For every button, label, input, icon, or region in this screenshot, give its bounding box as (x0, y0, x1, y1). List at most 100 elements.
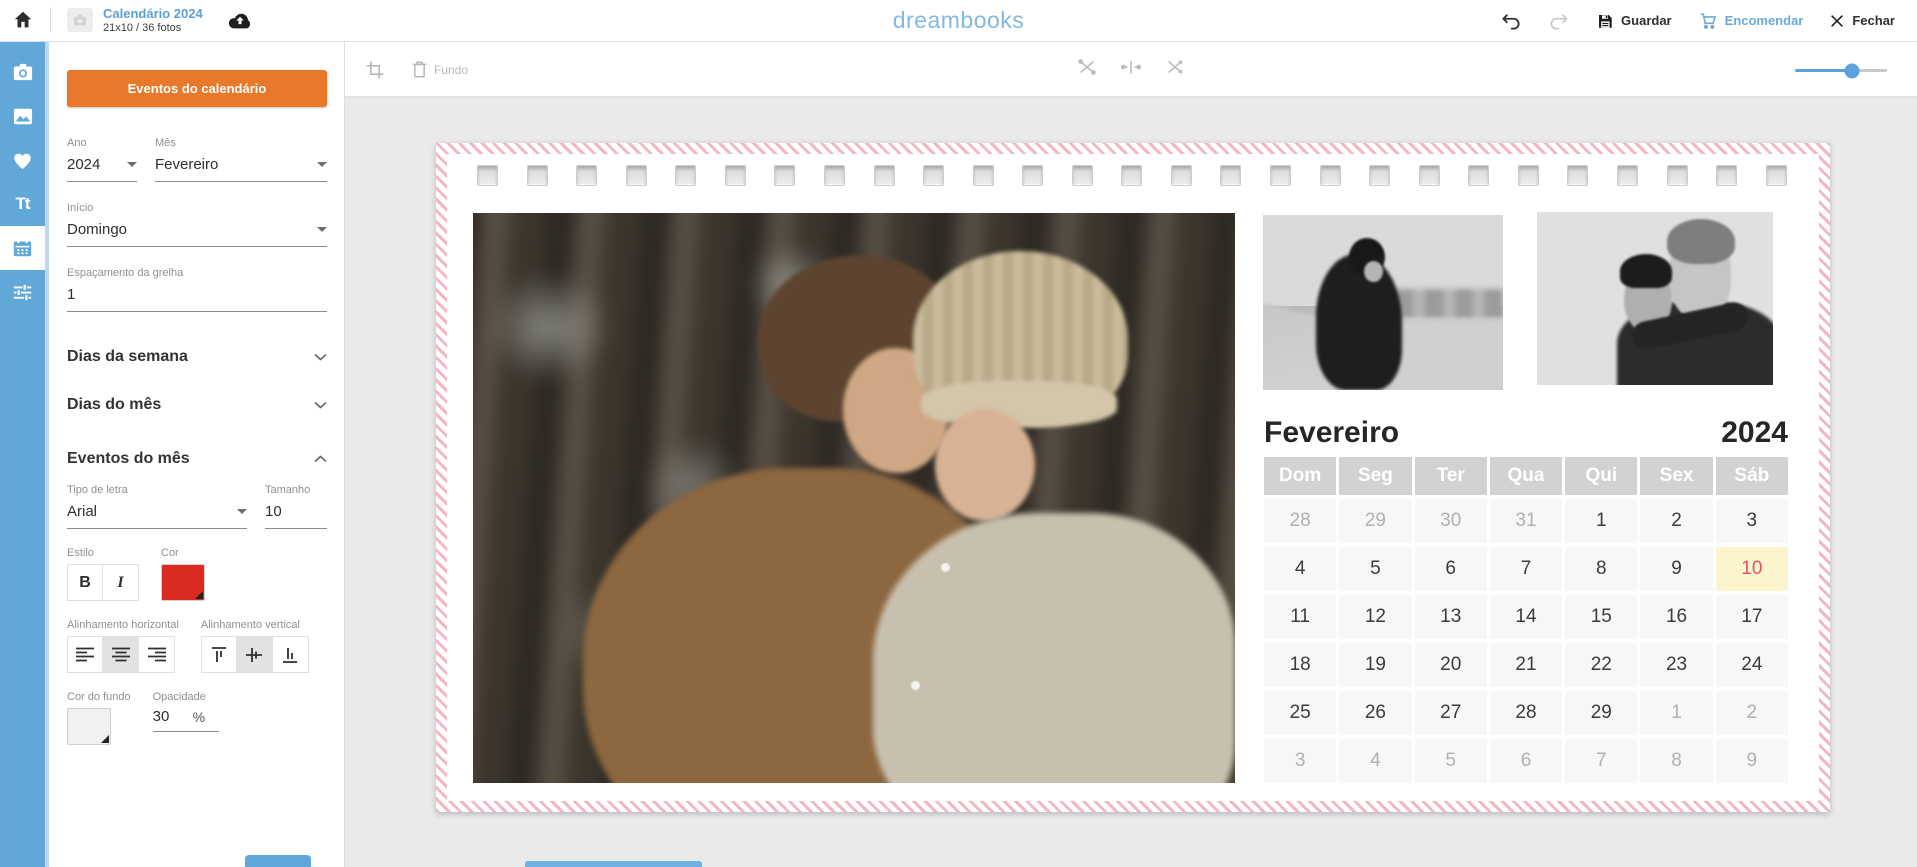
align-left-button[interactable] (67, 636, 103, 673)
calendar-date-cell[interactable]: 10 (1716, 547, 1788, 591)
calendar-date-cell[interactable]: 24 (1716, 643, 1788, 687)
calendar-date-cell[interactable]: 8 (1565, 547, 1637, 591)
calendar-date-cell[interactable]: 12 (1339, 595, 1411, 639)
font-size-input[interactable] (265, 496, 327, 529)
align-bottom-button[interactable] (273, 636, 309, 673)
calendar-date-cell[interactable]: 14 (1490, 595, 1562, 639)
background-color-swatch[interactable] (67, 708, 111, 745)
year-select[interactable]: 2024 (67, 149, 137, 182)
binding-hole (626, 165, 647, 186)
crop-icon[interactable] (365, 60, 385, 80)
calendar-date-cell[interactable]: 2 (1640, 499, 1712, 543)
calendar-month-title[interactable]: Fevereiro (1264, 416, 1399, 450)
calendar-date-cell[interactable]: 31 (1490, 499, 1562, 543)
small-photo-left[interactable] (1263, 215, 1503, 390)
delete-background-button[interactable]: Fundo (411, 60, 468, 79)
start-day-select[interactable]: Domingo (67, 214, 327, 247)
calendar-date-cell[interactable]: 5 (1339, 547, 1411, 591)
align-center-button[interactable] (103, 636, 139, 673)
swap-icon[interactable] (1076, 57, 1098, 82)
calendar-date-cell[interactable]: 4 (1264, 547, 1336, 591)
event-color-swatch[interactable] (161, 564, 205, 601)
top-bar: Calendário 2024 21x10 / 36 fotos dreambo… (0, 0, 1917, 42)
project-subtitle: 21x10 / 36 fotos (103, 22, 203, 35)
page-strip-indicator[interactable] (525, 861, 702, 867)
calendar-date-cell[interactable]: 9 (1640, 547, 1712, 591)
calendar-year-title[interactable]: 2024 (1721, 416, 1788, 450)
italic-button[interactable]: I (103, 564, 139, 601)
undo-icon[interactable] (1500, 12, 1522, 30)
zoom-slider-thumb[interactable] (1845, 63, 1860, 78)
small-photo-right[interactable] (1537, 212, 1773, 385)
chevron-down-icon (317, 227, 327, 232)
calendar-date-cell[interactable]: 28 (1264, 499, 1336, 543)
camera-placeholder-icon[interactable] (67, 8, 93, 32)
calendar-date-cell[interactable]: 28 (1490, 691, 1562, 735)
close-button[interactable]: Fechar (1829, 13, 1895, 29)
calendar-events-button[interactable]: Eventos do calendário (67, 70, 327, 107)
sidebar-item-heart[interactable] (0, 138, 45, 182)
shuffle-icon[interactable] (1164, 57, 1186, 82)
calendar-date-cell[interactable]: 30 (1415, 499, 1487, 543)
align-middle-button[interactable] (237, 636, 273, 673)
month-select[interactable]: Fevereiro (155, 149, 327, 182)
sidebar-item-image[interactable] (0, 94, 45, 138)
align-left-icon (75, 646, 95, 664)
calendar-date-cell[interactable]: 8 (1640, 739, 1712, 783)
calendar-date-cell[interactable]: 26 (1339, 691, 1411, 735)
calendar-date-cell[interactable]: 21 (1490, 643, 1562, 687)
section-weekdays[interactable]: Dias da semana (67, 348, 327, 366)
calendar-date-cell[interactable]: 7 (1565, 739, 1637, 783)
calendar-date-cell[interactable]: 5 (1415, 739, 1487, 783)
calendar-date-cell[interactable]: 7 (1490, 547, 1562, 591)
font-value: Arial (67, 503, 97, 520)
calendar-date-cell[interactable]: 18 (1264, 643, 1336, 687)
opacity-input[interactable] (153, 708, 179, 725)
flip-horizontal-icon[interactable] (1120, 57, 1142, 82)
calendar-date-cell[interactable]: 23 (1640, 643, 1712, 687)
sidebar-item-settings[interactable] (0, 270, 45, 314)
calendar-date-cell[interactable]: 9 (1716, 739, 1788, 783)
calendar-date-cell[interactable]: 11 (1264, 595, 1336, 639)
calendar-date-cell[interactable]: 4 (1339, 739, 1411, 783)
main-photo[interactable] (473, 213, 1235, 783)
chevron-down-icon (314, 353, 327, 361)
panel-scrollbar[interactable] (45, 42, 49, 867)
calendar-date-cell[interactable]: 29 (1339, 499, 1411, 543)
section-monthevents[interactable]: Eventos do mês (67, 450, 327, 468)
calendar-date-cell[interactable]: 22 (1565, 643, 1637, 687)
align-top-button[interactable] (201, 636, 237, 673)
calendar-date-cell[interactable]: 3 (1716, 499, 1788, 543)
calendar-date-cell[interactable]: 20 (1415, 643, 1487, 687)
order-button[interactable]: Encomendar (1698, 11, 1804, 30)
calendar-date-cell[interactable]: 3 (1264, 739, 1336, 783)
calendar-date-cell[interactable]: 2 (1716, 691, 1788, 735)
align-right-button[interactable] (139, 636, 175, 673)
calendar-date-cell[interactable]: 15 (1565, 595, 1637, 639)
font-select[interactable]: Arial (67, 496, 247, 529)
grid-spacing-input[interactable] (67, 279, 327, 312)
calendar-date-cell[interactable]: 1 (1640, 691, 1712, 735)
section-monthdays[interactable]: Dias do mês (67, 396, 327, 414)
apply-button[interactable]: Aplicar (245, 855, 311, 867)
calendar-date-cell[interactable]: 25 (1264, 691, 1336, 735)
save-button[interactable]: Guardar (1596, 12, 1672, 30)
sidebar-item-calendar[interactable] (0, 226, 45, 270)
calendar-date-cell[interactable]: 17 (1716, 595, 1788, 639)
calendar-date-cell[interactable]: 19 (1339, 643, 1411, 687)
redo-icon[interactable] (1548, 12, 1570, 30)
calendar-date-cell[interactable]: 6 (1415, 547, 1487, 591)
divider (50, 7, 51, 33)
calendar-date-cell[interactable]: 6 (1490, 739, 1562, 783)
calendar-date-cell[interactable]: 29 (1565, 691, 1637, 735)
sidebar-item-camera[interactable] (0, 50, 45, 94)
calendar-date-cell[interactable]: 27 (1415, 691, 1487, 735)
home-icon[interactable] (12, 9, 34, 31)
calendar-date-cell[interactable]: 1 (1565, 499, 1637, 543)
calendar-date-cell[interactable]: 13 (1415, 595, 1487, 639)
binding-hole (1121, 165, 1142, 186)
zoom-slider[interactable] (1795, 69, 1887, 72)
bold-button[interactable]: B (67, 564, 103, 601)
sidebar-item-text[interactable]: Tt (0, 182, 45, 226)
calendar-date-cell[interactable]: 16 (1640, 595, 1712, 639)
